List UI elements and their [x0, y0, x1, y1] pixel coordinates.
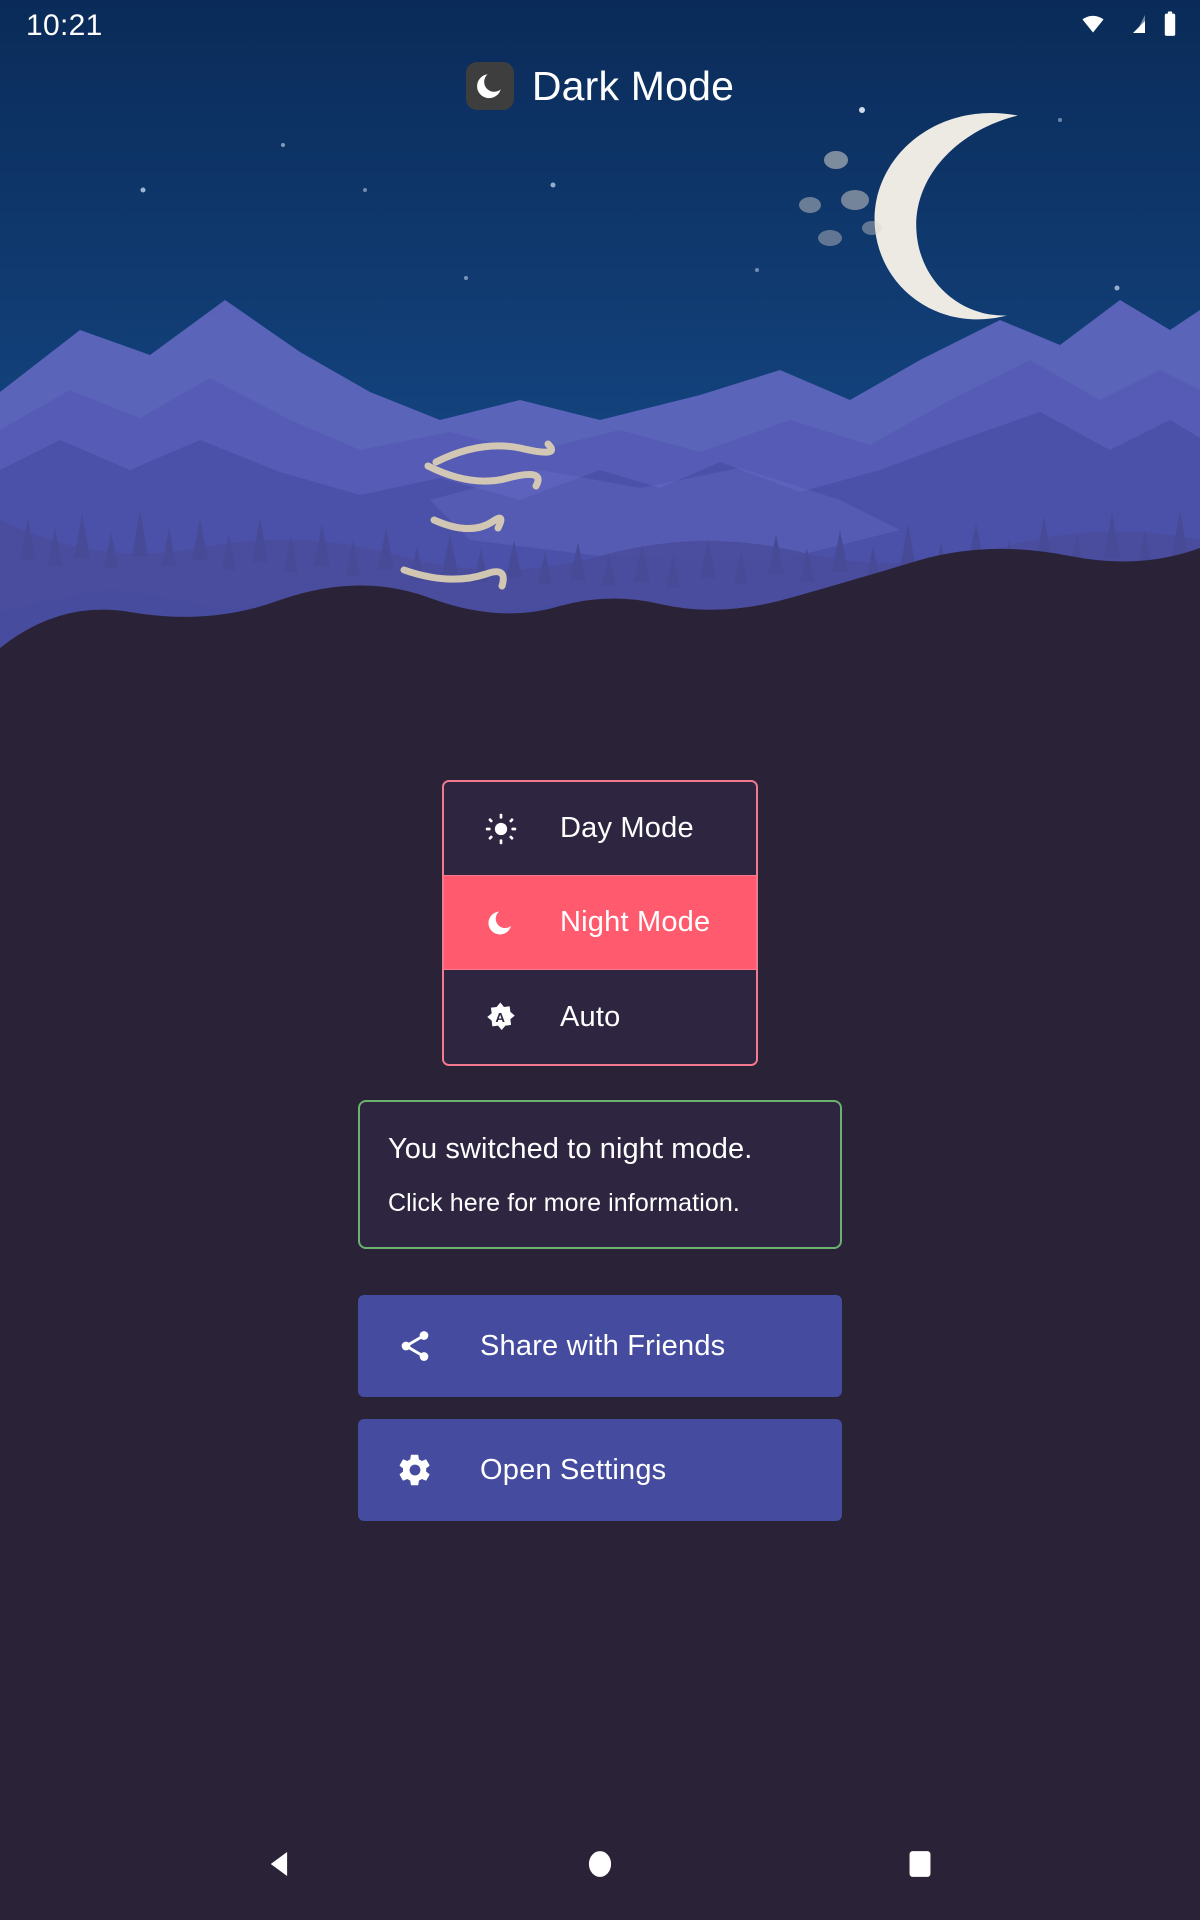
- svg-text:A: A: [495, 1010, 505, 1025]
- wifi-icon: [1078, 12, 1108, 41]
- square-recents-icon: [905, 1848, 935, 1883]
- open-settings-button[interactable]: Open Settings: [358, 1419, 842, 1522]
- hero-illustration: 10:21 Dark Mode: [0, 0, 1200, 700]
- main-content: Day Mode Night Mode A Auto You switched …: [0, 700, 1200, 1920]
- action-button-label: Open Settings: [480, 1453, 667, 1486]
- app-header: Dark Mode: [0, 52, 1200, 120]
- share-icon: [396, 1327, 434, 1365]
- mode-option-auto[interactable]: A Auto: [444, 970, 756, 1064]
- share-with-friends-button[interactable]: Share with Friends: [358, 1295, 842, 1398]
- home-button[interactable]: [560, 1825, 640, 1905]
- auto-brightness-icon: A: [484, 1000, 518, 1034]
- mode-option-label: Night Mode: [560, 906, 711, 938]
- status-icon-group: [1078, 11, 1178, 42]
- mode-option-label: Day Mode: [560, 812, 694, 844]
- mode-option-label: Auto: [560, 1000, 621, 1033]
- moon-icon: [465, 62, 514, 110]
- notice-title: You switched to night mode.: [388, 1133, 753, 1165]
- recents-button[interactable]: [880, 1825, 960, 1905]
- battery-icon: [1162, 11, 1178, 42]
- triangle-back-icon: [263, 1847, 297, 1884]
- sun-icon: [484, 812, 518, 846]
- mode-option-night[interactable]: Night Mode: [444, 876, 756, 970]
- android-navigation-bar: [0, 1810, 1200, 1920]
- notice-subtitle: Click here for more information.: [388, 1188, 740, 1217]
- status-notice-box[interactable]: You switched to night mode. Click here f…: [358, 1100, 842, 1250]
- mode-option-day[interactable]: Day Mode: [444, 782, 756, 876]
- action-button-label: Share with Friends: [480, 1329, 726, 1362]
- back-button[interactable]: [240, 1825, 320, 1905]
- mode-selector: Day Mode Night Mode A Auto: [442, 780, 758, 1066]
- action-button-group: Share with Friends Open Settings: [358, 1295, 842, 1522]
- gear-icon: [396, 1451, 434, 1489]
- status-bar: 10:21: [0, 0, 1200, 52]
- circle-home-icon: [585, 1848, 615, 1883]
- cellular-signal-icon: [1121, 12, 1149, 41]
- phone-screen: 10:21 Dark Mode Day Mode Night Mode A Au…: [0, 0, 1200, 1920]
- status-time: 10:21: [26, 9, 103, 42]
- page-title: Dark Mode: [531, 62, 735, 109]
- crescent-moon-icon: [484, 906, 518, 940]
